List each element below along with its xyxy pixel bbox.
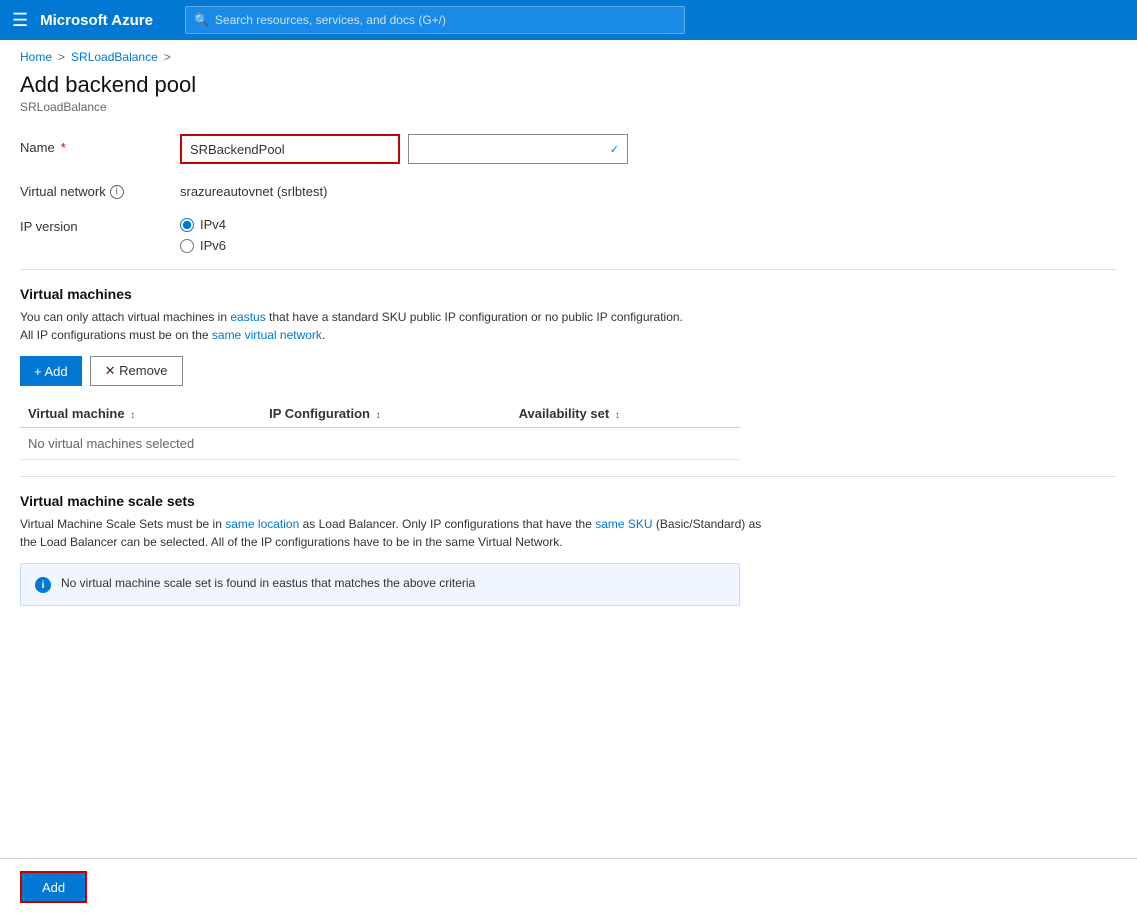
virtual-network-label: Virtual network i (20, 178, 160, 199)
info-box-icon: i (35, 577, 51, 593)
top-navigation: ☰ Microsoft Azure 🔍 (0, 0, 1137, 40)
col-header-vm[interactable]: Virtual machine ↕ (20, 400, 261, 428)
vm-no-items-row: No virtual machines selected (20, 428, 740, 460)
col-header-avail[interactable]: Availability set ↕ (511, 400, 740, 428)
vm-no-items-text: No virtual machines selected (20, 428, 740, 460)
vm-sort-icon[interactable]: ↕ (130, 410, 135, 421)
vm-table-header-row: Virtual machine ↕ IP Configuration ↕ Ava… (20, 400, 740, 428)
vm-section-heading: Virtual machines (20, 286, 780, 302)
vmss-section-heading: Virtual machine scale sets (20, 493, 780, 509)
required-indicator: * (61, 140, 66, 155)
vm-info-line2: All IP configurations must be on the sam… (20, 328, 325, 342)
vm-button-bar: + Add ✕ Remove (20, 356, 780, 386)
name-control-group: ✓ (180, 134, 628, 164)
vmss-info-box: i No virtual machine scale set is found … (20, 563, 740, 606)
bottom-action-bar: Add (0, 858, 1137, 915)
name-label: Name* (20, 134, 160, 155)
ipv6-radio[interactable] (180, 239, 194, 253)
page-subtitle: SRLoadBalance (20, 100, 1117, 114)
vmss-section: Virtual machine scale sets Virtual Machi… (20, 493, 780, 606)
breadcrumb-resource[interactable]: SRLoadBalance (71, 50, 158, 64)
ipv4-radio[interactable] (180, 218, 194, 232)
section-divider-1 (20, 269, 1117, 270)
add-button-label: Add (42, 880, 65, 895)
page-header: Add backend pool SRLoadBalance (0, 68, 1137, 118)
section-divider-2 (20, 476, 1117, 477)
breadcrumb-sep2: > (164, 50, 171, 64)
page-title: Add backend pool (20, 72, 1117, 98)
ipv6-label: IPv6 (200, 238, 226, 253)
name-input[interactable] (180, 134, 400, 164)
same-vnet-link[interactable]: same virtual network (212, 328, 322, 342)
vm-info-line1: You can only attach virtual machines in … (20, 310, 683, 324)
remove-vm-button[interactable]: ✕ Remove (90, 356, 183, 386)
ip-version-radio-group: IPv4 IPv6 (180, 213, 226, 253)
virtual-network-info-icon[interactable]: i (110, 185, 124, 199)
same-sku-link[interactable]: same SKU (595, 517, 652, 531)
same-location-link[interactable]: same location (225, 517, 299, 531)
ip-version-label: IP version (20, 213, 160, 234)
add-button[interactable]: Add (20, 871, 87, 903)
breadcrumb: Home > SRLoadBalance > (0, 40, 1137, 68)
ipv6-option[interactable]: IPv6 (180, 238, 226, 253)
brand-name: Microsoft Azure (40, 12, 153, 29)
add-vm-button-label: + Add (34, 364, 68, 379)
ip-version-row: IP version IPv4 IPv6 (20, 213, 1117, 253)
search-input[interactable] (215, 13, 676, 27)
main-content: Name* ✓ Virtual network i srazureautovne… (0, 118, 1137, 630)
vm-table-container: Virtual machine ↕ IP Configuration ↕ Ava… (20, 400, 740, 460)
chevron-down-icon: ✓ (610, 143, 619, 156)
vmss-info-span: Virtual Machine Scale Sets must be in sa… (20, 517, 761, 549)
col-header-ip[interactable]: IP Configuration ↕ (261, 400, 511, 428)
vmss-info-box-text: No virtual machine scale set is found in… (61, 576, 475, 590)
breadcrumb-home[interactable]: Home (20, 50, 52, 64)
eastus-link[interactable]: eastus (230, 310, 265, 324)
ip-sort-icon[interactable]: ↕ (376, 410, 381, 421)
ipv4-label: IPv4 (200, 217, 226, 232)
vm-section: Virtual machines You can only attach vir… (20, 286, 780, 460)
search-icon: 🔍 (194, 13, 209, 27)
global-search-bar[interactable]: 🔍 (185, 6, 685, 34)
virtual-network-value: srazureautovnet (srlbtest) (180, 178, 327, 199)
vm-info-text: You can only attach virtual machines in … (20, 308, 780, 344)
remove-vm-button-label: ✕ Remove (105, 363, 168, 379)
vm-table: Virtual machine ↕ IP Configuration ↕ Ava… (20, 400, 740, 460)
add-vm-button[interactable]: + Add (20, 356, 82, 386)
vmss-info-text: Virtual Machine Scale Sets must be in sa… (20, 515, 780, 551)
hamburger-menu-icon[interactable]: ☰ (12, 10, 28, 31)
name-field-row: Name* ✓ (20, 134, 1117, 164)
name-dropdown[interactable]: ✓ (408, 134, 628, 164)
breadcrumb-sep1: > (58, 50, 65, 64)
avail-sort-icon[interactable]: ↕ (615, 410, 620, 421)
ipv4-option[interactable]: IPv4 (180, 217, 226, 232)
virtual-network-row: Virtual network i srazureautovnet (srlbt… (20, 178, 1117, 199)
